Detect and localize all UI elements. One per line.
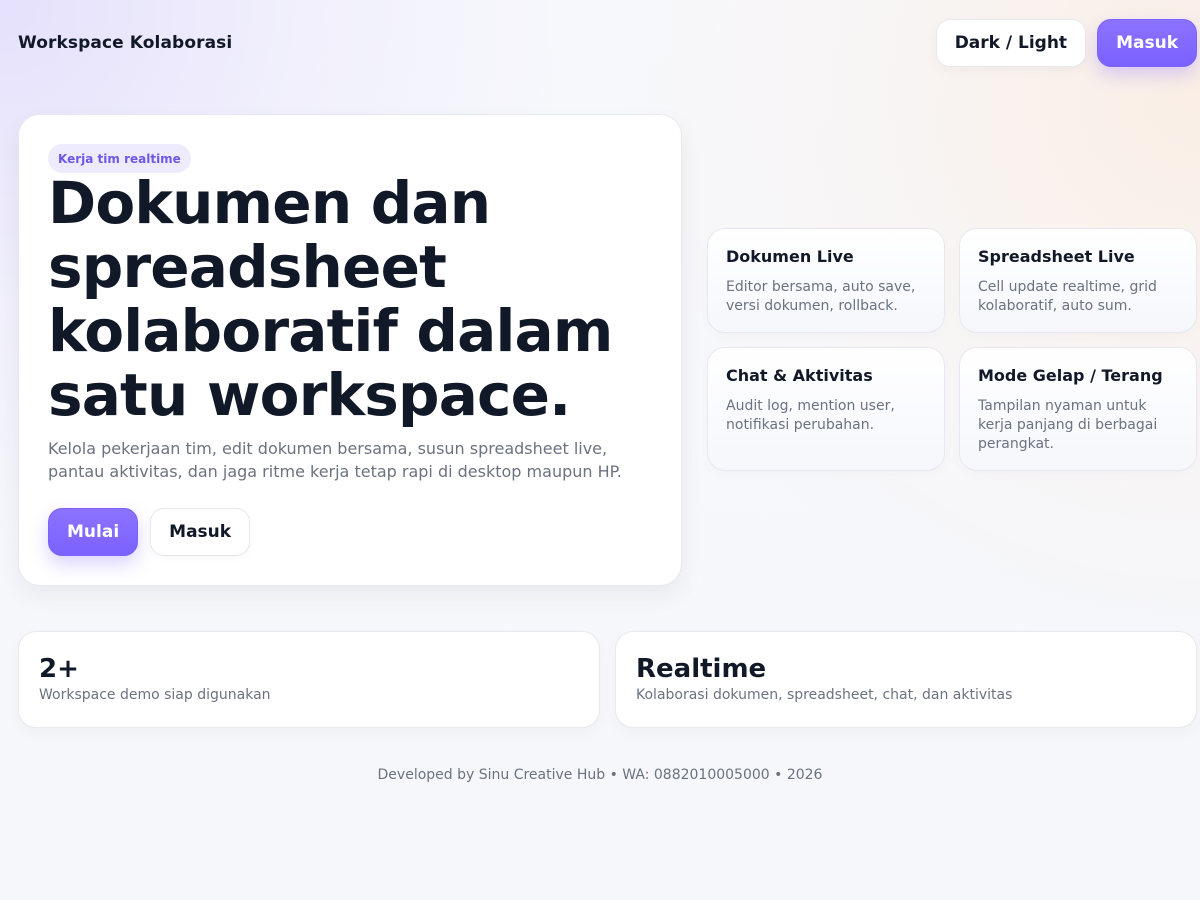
- stat-label: Workspace demo siap digunakan: [39, 687, 271, 703]
- hero-description: Kelola pekerjaan tim, edit dokumen bersa…: [48, 439, 622, 481]
- hero-title: Dokumen dan spreadsheet kolaboratif dala…: [48, 169, 613, 429]
- feature-title: Mode Gelap / Terang: [978, 366, 1163, 385]
- feature-title: Spreadsheet Live: [978, 247, 1135, 266]
- stat-card-realtime: Realtime Kolaborasi dokumen, spreadsheet…: [615, 631, 1197, 728]
- feature-card-theme-mode: Mode Gelap / Terang Tampilan nyaman untu…: [959, 347, 1197, 471]
- feature-description: Cell update realtime, grid kolaboratif, …: [978, 279, 1157, 314]
- stat-value: Realtime: [636, 654, 767, 684]
- feature-title: Chat & Aktivitas: [726, 366, 873, 385]
- top-navigation: Workspace Kolaborasi Dark / Light Masuk: [0, 0, 1200, 88]
- top-actions: Dark / Light Masuk: [935, 19, 1197, 67]
- feature-description: Audit log, mention user, notifikasi peru…: [726, 398, 895, 433]
- feature-description: Tampilan nyaman untuk kerja panjang di b…: [978, 398, 1158, 452]
- stat-value: 2+: [39, 654, 79, 684]
- start-button[interactable]: Mulai: [48, 508, 139, 556]
- hero-actions: Mulai Masuk: [48, 508, 251, 556]
- feature-grid: Dokumen Live Editor bersama, auto save, …: [707, 228, 1197, 471]
- feature-card-chat-activity: Chat & Aktivitas Audit log, mention user…: [707, 347, 945, 471]
- hero-login-button[interactable]: Masuk: [150, 508, 251, 556]
- stat-label: Kolaborasi dokumen, spreadsheet, chat, d…: [636, 687, 1013, 703]
- header-login-button[interactable]: Masuk: [1097, 19, 1197, 67]
- stats-row: 2+ Workspace demo siap digunakan Realtim…: [18, 631, 1197, 728]
- brand-title: Workspace Kolaborasi: [18, 33, 233, 53]
- feature-card-documents: Dokumen Live Editor bersama, auto save, …: [707, 228, 945, 333]
- hero-card: Kerja tim realtime Dokumen dan spreadshe…: [18, 114, 682, 586]
- feature-card-spreadsheet: Spreadsheet Live Cell update realtime, g…: [959, 228, 1197, 333]
- footer-text: Developed by Sinu Creative Hub • WA: 088…: [377, 767, 823, 783]
- feature-description: Editor bersama, auto save, versi dokumen…: [726, 279, 916, 314]
- stat-card-workspaces: 2+ Workspace demo siap digunakan: [18, 631, 600, 728]
- theme-toggle-button[interactable]: Dark / Light: [935, 19, 1087, 67]
- feature-title: Dokumen Live: [726, 247, 854, 266]
